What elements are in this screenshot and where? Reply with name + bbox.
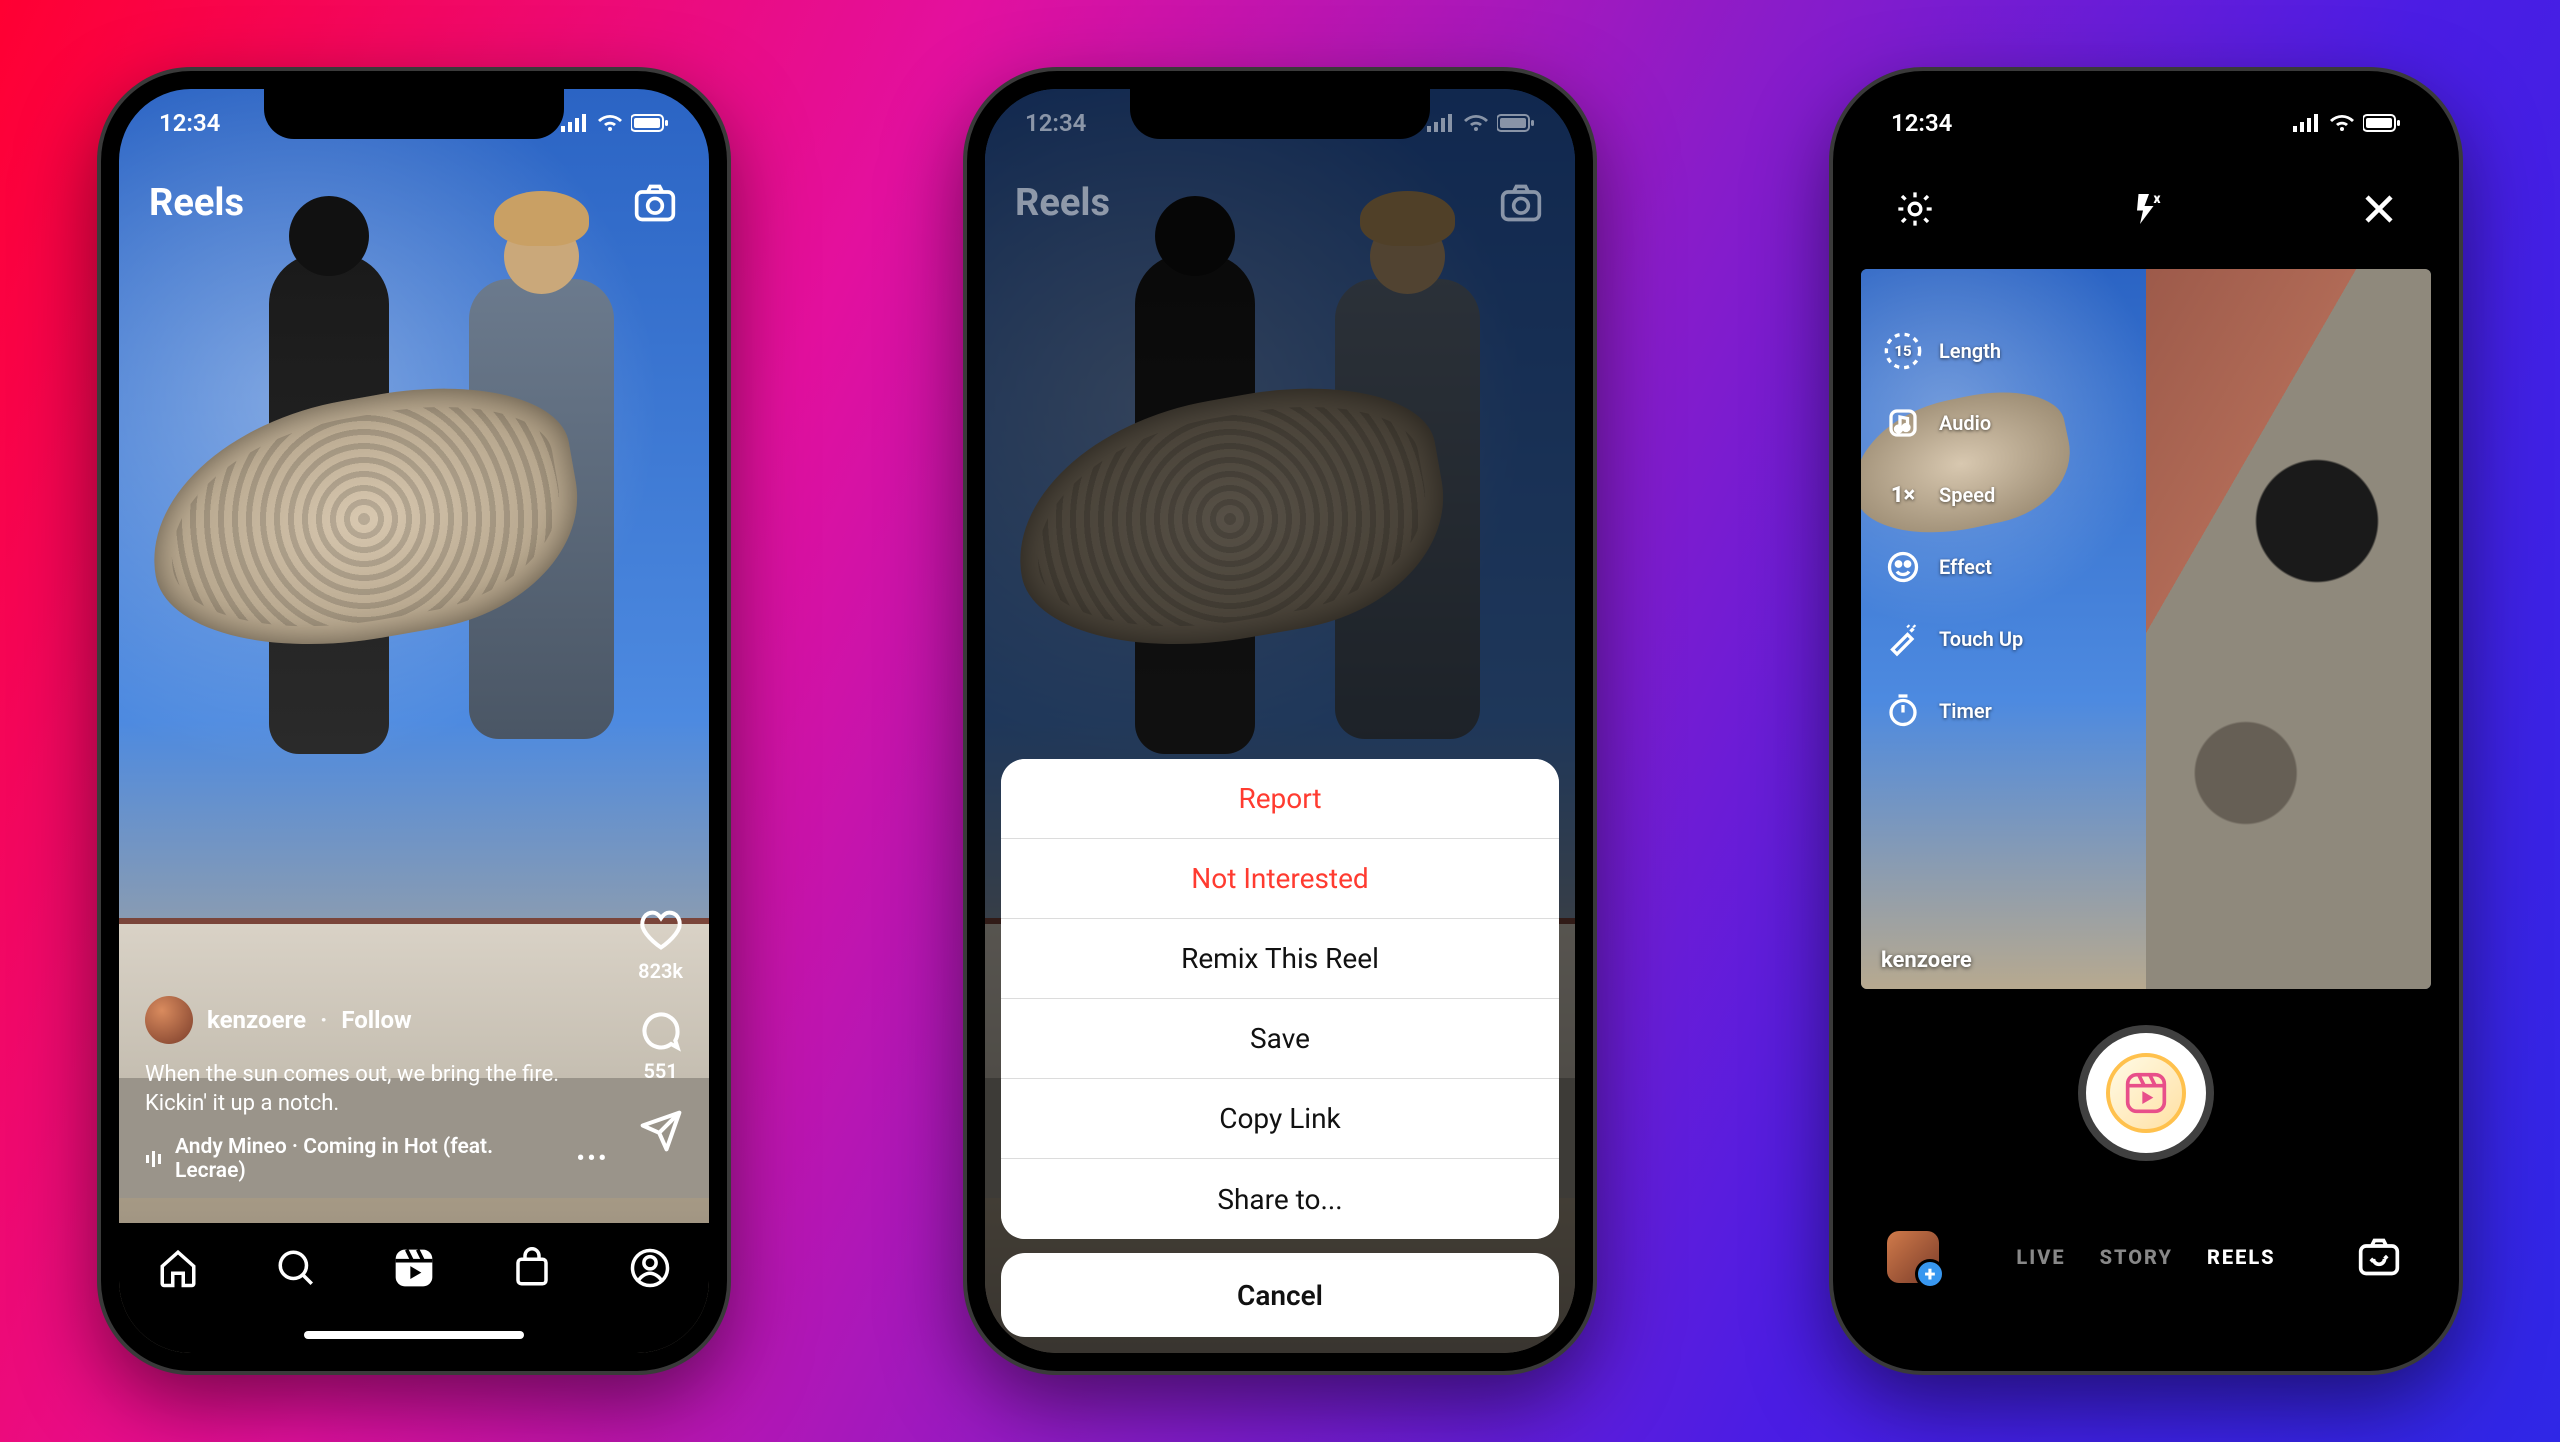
- notch: [1996, 89, 2296, 139]
- capture-button[interactable]: [2086, 1033, 2206, 1153]
- speed-value: 1×: [1891, 483, 1915, 508]
- camera-button: [1497, 179, 1545, 227]
- flash-button[interactable]: x: [2128, 191, 2164, 227]
- tool-length[interactable]: 15 Length: [1881, 329, 2023, 373]
- like-button[interactable]: 823k: [638, 909, 683, 983]
- cellular-signal-icon: [2293, 114, 2321, 132]
- tool-touchup[interactable]: Touch Up: [1881, 617, 2023, 661]
- tool-label: Length: [1939, 339, 2001, 363]
- speed-icon: 1×: [1881, 473, 1925, 517]
- tool-label: Timer: [1939, 699, 1992, 723]
- battery-icon: [631, 114, 669, 132]
- remix-source-pane: 15 Length Audio 1× Speed: [1861, 269, 2146, 989]
- touchup-icon: [1881, 617, 1925, 661]
- notch: [264, 89, 564, 139]
- remix-camera-pane: [2146, 269, 2431, 989]
- settings-button[interactable]: [1895, 189, 1935, 229]
- camera-button[interactable]: [631, 179, 679, 227]
- mode-story[interactable]: STORY: [2100, 1245, 2173, 1269]
- caption-line: When the sun comes out, we bring the fir…: [145, 1062, 559, 1087]
- tool-audio[interactable]: Audio: [1881, 401, 2023, 445]
- cellular-signal-icon: [1427, 114, 1455, 132]
- sheet-share-to[interactable]: Share to...: [1001, 1159, 1559, 1239]
- sheet-copy-link[interactable]: Copy Link: [1001, 1079, 1559, 1159]
- avatar[interactable]: [145, 996, 193, 1044]
- reels-title: Reels: [149, 181, 244, 225]
- phone-camera: 12:34 x: [1833, 71, 2459, 1371]
- notch: [1130, 89, 1430, 139]
- username[interactable]: kenzoere: [207, 1006, 306, 1034]
- nav-search[interactable]: [271, 1243, 321, 1293]
- sheet-save[interactable]: Save: [1001, 999, 1559, 1079]
- caption-line: Kickin' it up a notch.: [145, 1091, 339, 1116]
- comment-button[interactable]: 551: [639, 1009, 683, 1083]
- gallery-button[interactable]: [1887, 1231, 1939, 1283]
- sheet-cancel[interactable]: Cancel: [1001, 1253, 1559, 1337]
- tool-label: Effect: [1939, 555, 1992, 579]
- wifi-icon: [2329, 113, 2355, 133]
- tool-speed[interactable]: 1× Speed: [1881, 473, 2023, 517]
- tool-label: Speed: [1939, 483, 1995, 507]
- nav-home[interactable]: [153, 1243, 203, 1293]
- battery-icon: [1497, 114, 1535, 132]
- battery-icon: [2363, 114, 2401, 132]
- audio-label[interactable]: Andy Mineo · Coming in Hot (feat. Lecrae…: [175, 1135, 555, 1183]
- paper-plane-icon: [639, 1109, 683, 1153]
- tool-label: Audio: [1939, 411, 1991, 435]
- comment-icon: [639, 1009, 683, 1053]
- audio-icon: [1881, 401, 1925, 445]
- phone-reels-view: 12:34 Reels: [101, 71, 727, 1371]
- reels-capture-icon: [2106, 1053, 2186, 1133]
- length-icon: 15: [1881, 329, 1925, 373]
- sheet-remix[interactable]: Remix This Reel: [1001, 919, 1559, 999]
- caption[interactable]: When the sun comes out, we bring the fir…: [145, 1060, 609, 1119]
- heart-icon: [639, 909, 683, 953]
- cellular-signal-icon: [561, 114, 589, 132]
- like-count: 823k: [638, 959, 683, 983]
- sheet-report[interactable]: Report: [1001, 759, 1559, 839]
- wifi-icon: [1463, 113, 1489, 133]
- source-username[interactable]: kenzoere: [1881, 948, 1972, 973]
- share-button[interactable]: [639, 1109, 683, 1153]
- status-time: 12:34: [1891, 109, 1952, 137]
- action-sheet: Report Not Interested Remix This Reel Sa…: [1001, 759, 1559, 1337]
- timer-icon: [1881, 689, 1925, 733]
- viewfinder[interactable]: 15 Length Audio 1× Speed: [1861, 269, 2431, 989]
- nav-shop[interactable]: [507, 1243, 557, 1293]
- more-button[interactable]: •••: [577, 1147, 609, 1171]
- sheet-not-interested[interactable]: Not Interested: [1001, 839, 1559, 919]
- reels-title: Reels: [1015, 181, 1110, 225]
- mode-reels[interactable]: REELS: [2207, 1245, 2276, 1269]
- wifi-icon: [597, 113, 623, 133]
- switch-camera-button[interactable]: [2353, 1231, 2405, 1283]
- audio-bars-icon: [145, 1149, 165, 1169]
- tool-effect[interactable]: Effect: [1881, 545, 2023, 589]
- effect-icon: [1881, 545, 1925, 589]
- tool-timer[interactable]: Timer: [1881, 689, 2023, 733]
- home-indicator[interactable]: [304, 1331, 524, 1339]
- follow-button[interactable]: Follow: [341, 1006, 411, 1034]
- mode-live[interactable]: LIVE: [2016, 1245, 2065, 1269]
- status-time: 12:34: [159, 109, 220, 137]
- nav-profile[interactable]: [625, 1243, 675, 1293]
- phone-action-sheet: 12:34 Reels: [967, 71, 1593, 1371]
- nav-reels[interactable]: [389, 1243, 439, 1293]
- svg-text:x: x: [2154, 191, 2161, 207]
- length-value: 15: [1894, 342, 1911, 360]
- comment-count: 551: [643, 1059, 677, 1083]
- status-time: 12:34: [1025, 109, 1086, 137]
- tool-label: Touch Up: [1939, 627, 2023, 651]
- close-button[interactable]: [2361, 191, 2397, 227]
- separator-dot: ·: [320, 1006, 327, 1034]
